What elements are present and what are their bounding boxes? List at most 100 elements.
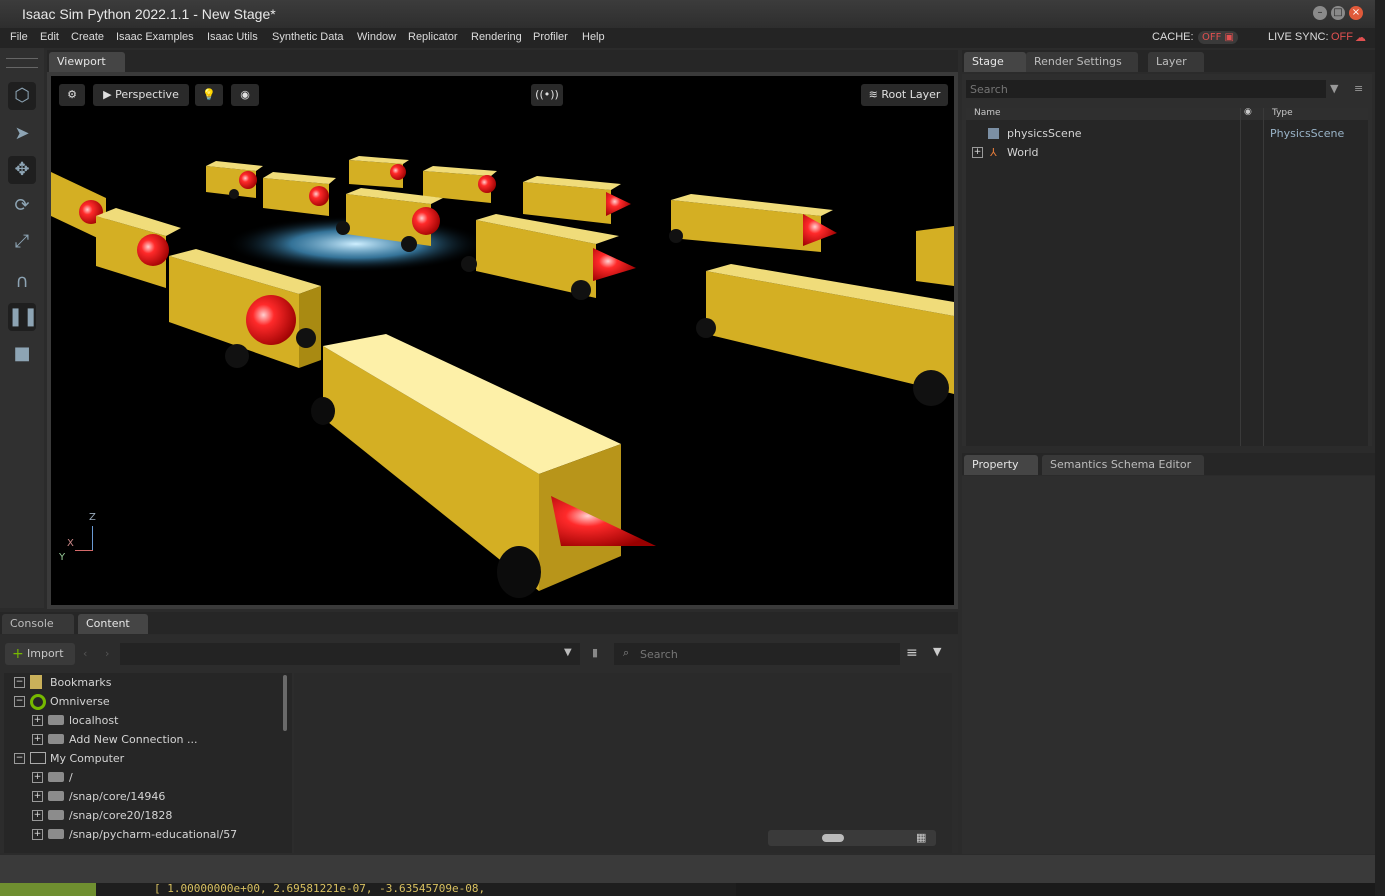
- tab-render-settings[interactable]: Render Settings: [1026, 52, 1138, 72]
- thumbnail-size-slider[interactable]: ▦: [768, 830, 936, 846]
- menu-edit[interactable]: Edit: [40, 31, 59, 43]
- content-filter-icon[interactable]: ▼: [933, 645, 941, 658]
- drive-icon: [48, 772, 64, 782]
- cache-toggle[interactable]: OFF ▣: [1198, 31, 1239, 44]
- slider-handle[interactable]: [822, 834, 844, 842]
- stop-icon[interactable]: ■: [8, 340, 36, 368]
- menu-synthetic-data[interactable]: Synthetic Data: [272, 31, 344, 43]
- path-dropdown-icon[interactable]: ▼: [564, 647, 572, 658]
- tree-item-snap-pycharm[interactable]: + /snap/pycharm-educational/57: [4, 825, 284, 844]
- tree-item-omniverse[interactable]: − Omniverse: [4, 692, 284, 711]
- axis-y-label: Y: [59, 552, 66, 563]
- tab-stage[interactable]: Stage: [964, 52, 1026, 72]
- robot-car: [916, 226, 954, 286]
- server-icon: [48, 734, 64, 744]
- expand-icon[interactable]: +: [32, 791, 43, 802]
- menu-file[interactable]: File: [10, 31, 28, 43]
- tab-layer[interactable]: Layer: [1148, 52, 1204, 72]
- path-field[interactable]: ▼: [120, 643, 580, 665]
- select-prim-icon[interactable]: ⬡: [8, 82, 36, 110]
- tree-scrollbar[interactable]: [283, 675, 287, 731]
- viewport-settings-icon[interactable]: ⚙: [59, 84, 85, 106]
- robot-car: [263, 172, 336, 216]
- robot-car: [461, 214, 636, 300]
- expand-icon[interactable]: +: [32, 810, 43, 821]
- tree-item-bookmarks[interactable]: − Bookmarks: [4, 673, 284, 692]
- stage-row-physics-scene[interactable]: physicsScene PhysicsScene: [986, 124, 1366, 143]
- robot-car: [696, 264, 954, 406]
- menu-help[interactable]: Help: [582, 31, 605, 43]
- drive-icon: [48, 829, 64, 839]
- rotate-icon[interactable]: ⟳: [8, 192, 36, 220]
- expand-icon[interactable]: +: [32, 715, 43, 726]
- forward-arrow-icon[interactable]: ›: [105, 647, 109, 660]
- stage-menu-icon[interactable]: ≡: [1354, 82, 1363, 95]
- menu-rendering[interactable]: Rendering: [471, 31, 522, 43]
- stage-row-world[interactable]: + ⅄ World: [970, 143, 1350, 162]
- tree-item-my-computer[interactable]: − My Computer: [4, 749, 284, 768]
- expand-icon[interactable]: +: [32, 772, 43, 783]
- scale-icon[interactable]: ⤢: [8, 228, 36, 256]
- stage-row-label: World: [1007, 146, 1039, 159]
- live-sync-value[interactable]: OFF: [1331, 31, 1353, 43]
- expand-icon[interactable]: +: [32, 829, 43, 840]
- menu-isaac-utils[interactable]: Isaac Utils: [207, 31, 258, 43]
- collapse-icon[interactable]: −: [14, 696, 25, 707]
- cloud-icon: ☁: [1355, 32, 1366, 44]
- visibility-eye-icon[interactable]: ◉: [231, 84, 259, 106]
- robot-car-front: [311, 334, 656, 598]
- collapse-icon[interactable]: −: [14, 753, 25, 764]
- list-view-icon[interactable]: ≡: [906, 645, 918, 661]
- left-toolbar: ⬡ ➤ ✥ ⟳ ⤢ ∩ ❚❚ ■: [0, 48, 44, 608]
- expand-icon[interactable]: +: [972, 147, 983, 158]
- expand-icon[interactable]: +: [32, 734, 43, 745]
- content-tabstrip: Console Content: [0, 612, 958, 634]
- tree-item-snap-core20[interactable]: + /snap/core20/1828: [4, 806, 284, 825]
- live-stream-icon[interactable]: ((•)): [531, 84, 563, 106]
- tree-item-snap-core[interactable]: + /snap/core/14946: [4, 787, 284, 806]
- pause-icon[interactable]: ❚❚: [8, 303, 38, 331]
- root-layer-label: Root Layer: [881, 88, 941, 101]
- menu-window[interactable]: Window: [357, 31, 396, 43]
- import-button[interactable]: + Import: [5, 643, 75, 665]
- tab-viewport[interactable]: Viewport: [49, 52, 125, 72]
- tab-content[interactable]: Content: [78, 614, 148, 634]
- move-icon[interactable]: ✥: [8, 156, 36, 184]
- filter-icon[interactable]: ▼: [1330, 82, 1338, 95]
- select-arrow-icon[interactable]: ➤: [8, 120, 36, 148]
- tree-item-root[interactable]: + /: [4, 768, 284, 787]
- tab-property[interactable]: Property: [964, 455, 1038, 475]
- menu-replicator[interactable]: Replicator: [408, 31, 458, 43]
- prim-cube-icon: [988, 128, 999, 139]
- collapse-icon[interactable]: −: [14, 677, 25, 688]
- menu-profiler[interactable]: Profiler: [533, 31, 568, 43]
- server-icon: [48, 715, 64, 725]
- tree-item-localhost[interactable]: + localhost: [4, 711, 284, 730]
- stage-row-type: PhysicsScene: [1270, 127, 1345, 140]
- stage-header: Name ◉ Type: [966, 107, 1368, 120]
- tree-item-label: localhost: [69, 714, 119, 727]
- close-icon[interactable]: ×: [1349, 6, 1363, 20]
- content-search-input[interactable]: [614, 643, 900, 665]
- menu-create[interactable]: Create: [71, 31, 104, 43]
- back-arrow-icon[interactable]: ‹: [83, 647, 87, 660]
- grid-view-icon[interactable]: ▦: [916, 831, 926, 844]
- cache-value: OFF: [1202, 32, 1222, 43]
- viewport[interactable]: ⚙ ▶ Perspective 💡 ◉ ((•)) ≋ Root Layer Z…: [51, 76, 954, 605]
- tree-item-label: /snap/pycharm-educational/57: [69, 828, 238, 841]
- snap-magnet-icon[interactable]: ∩: [8, 268, 36, 296]
- axis-gizmo: Z X Y: [59, 512, 105, 563]
- tab-console[interactable]: Console: [2, 614, 74, 634]
- maximize-icon[interactable]: □: [1331, 6, 1345, 20]
- camera-button[interactable]: ▶ Perspective: [93, 84, 189, 106]
- minimize-icon[interactable]: –: [1313, 6, 1327, 20]
- root-layer-button[interactable]: ≋ Root Layer: [861, 84, 948, 106]
- bookmark-icon[interactable]: ▮: [592, 646, 598, 659]
- lighting-icon[interactable]: 💡: [195, 84, 223, 106]
- stage-search-input[interactable]: [966, 80, 1326, 98]
- toolbar-grip-icon: [6, 58, 38, 68]
- menu-isaac-examples[interactable]: Isaac Examples: [116, 31, 194, 43]
- terminal-line: [ 1.00000000e+00, 2.69581221e-07, -3.635…: [154, 883, 486, 895]
- tree-item-add-connection[interactable]: + Add New Connection ...: [4, 730, 284, 749]
- tab-semantics-schema-editor[interactable]: Semantics Schema Editor: [1042, 455, 1204, 475]
